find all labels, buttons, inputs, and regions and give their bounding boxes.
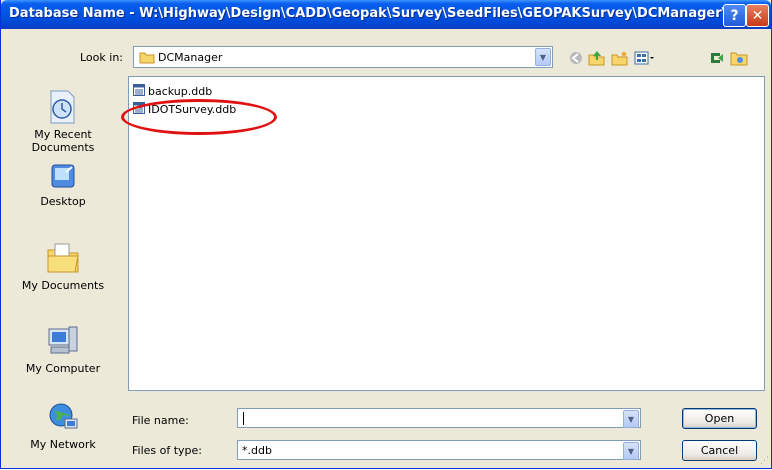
look-in-dropdown[interactable]: DCManager ▼ [133, 46, 553, 68]
look-in-label: Look in: [80, 51, 123, 64]
recent-documents-icon [47, 90, 79, 128]
place-desktop[interactable]: Desktop [4, 162, 122, 208]
desktop-icon [47, 164, 79, 195]
tools-icon[interactable] [708, 50, 726, 69]
text-caret [243, 412, 244, 425]
chevron-down-icon[interactable]: ▼ [535, 48, 551, 66]
place-my-network[interactable]: My Network [4, 401, 122, 451]
my-network-icon [45, 403, 81, 438]
close-button[interactable]: ✕ [746, 4, 769, 27]
place-my-computer[interactable]: My Computer [4, 325, 122, 375]
file-type-value: *.ddb [242, 444, 272, 457]
file-name-label: File name: [132, 414, 189, 427]
resize-grip-icon[interactable]: ⋰ [760, 456, 769, 466]
file-type-label: Files of type: [132, 444, 203, 457]
file-name: backup.ddb [148, 84, 213, 98]
annotation-ellipse [121, 99, 277, 135]
folder-icon [139, 51, 155, 67]
chevron-down-icon[interactable]: ▼ [623, 410, 639, 428]
open-button[interactable]: Open [682, 408, 757, 429]
window-title: Database Name - W:\Highway\Design\CADD\G… [9, 6, 727, 21]
list-item[interactable]: backup.ddb [133, 83, 212, 99]
title-bar[interactable]: Database Name - W:\Highway\Design\CADD\G… [1, 0, 771, 29]
file-name-input[interactable]: ▼ [237, 408, 641, 428]
views-icon[interactable] [634, 50, 656, 69]
place-label: My Recent Documents [31, 128, 95, 154]
back-icon[interactable] [568, 50, 584, 69]
chevron-down-icon[interactable]: ▼ [623, 442, 639, 460]
place-label: My Documents [21, 279, 105, 292]
file-type-dropdown[interactable]: *.ddb ▼ [237, 440, 641, 460]
places-bar: My Recent Documents Desktop My Documents… [4, 77, 122, 463]
new-folder-icon[interactable] [611, 50, 629, 69]
place-label: My Computer [25, 362, 101, 375]
icon[interactable] [730, 50, 748, 69]
place-recent[interactable]: My Recent Documents [4, 89, 122, 154]
place-my-documents[interactable]: My Documents [4, 240, 122, 292]
place-label: Desktop [40, 195, 86, 208]
my-documents-icon [45, 243, 81, 279]
database-file-icon [133, 83, 145, 99]
help-button[interactable]: ? [723, 4, 746, 27]
open-dialog: Database Name - W:\Highway\Design\CADD\G… [0, 0, 772, 469]
place-label: My Network [30, 438, 96, 451]
look-in-value: DCManager [158, 51, 223, 64]
my-computer-icon [45, 326, 81, 362]
up-folder-icon[interactable] [588, 50, 606, 69]
cancel-button[interactable]: Cancel [682, 440, 757, 461]
